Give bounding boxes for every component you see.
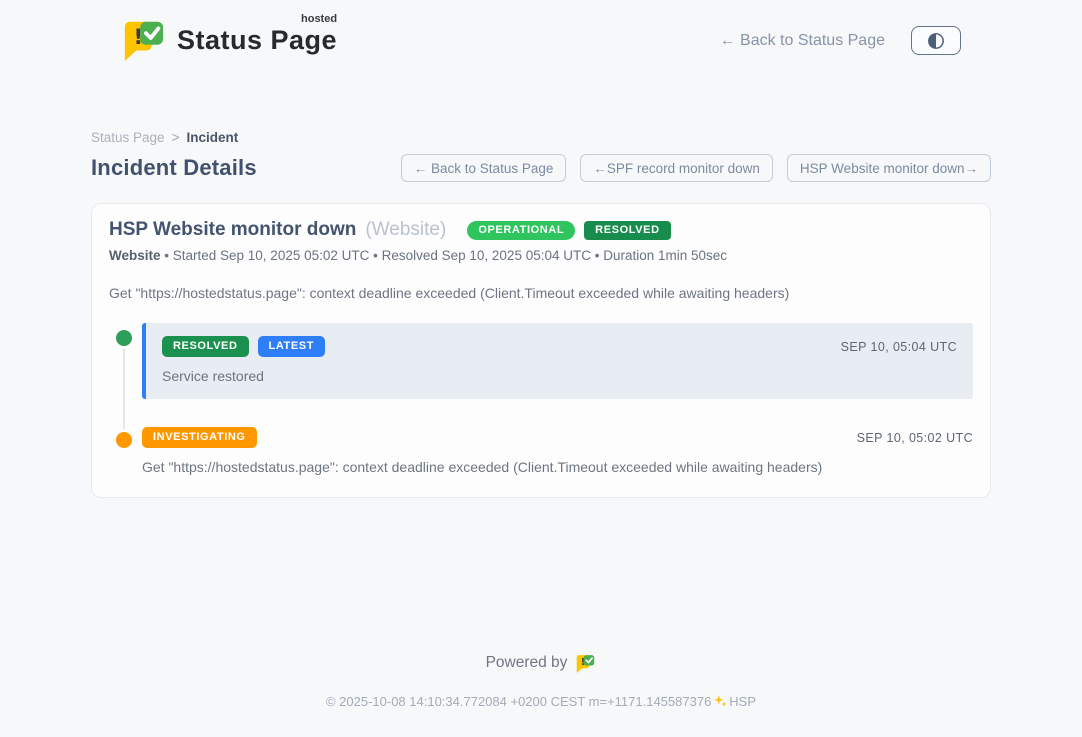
- circle-half-icon: [927, 32, 945, 50]
- investigating-badge: INVESTIGATING: [142, 427, 257, 448]
- timeline-timestamp: SEP 10, 05:04 UTC: [841, 340, 957, 354]
- brand-name: Status Page: [177, 25, 337, 55]
- back-to-status-page-button[interactable]: ← Back to Status Page: [401, 154, 567, 182]
- page-footer: Powered by ! © 2025-10-08 14:10:34.77208…: [0, 652, 1082, 737]
- main-content: Status Page > Incident Incident Details ← …: [91, 130, 991, 498]
- incident-meta-component: Website: [109, 248, 161, 263]
- powered-by-label: Powered by: [486, 654, 568, 672]
- timeline-dot-resolved: [116, 330, 132, 346]
- brand-superscript: hosted: [301, 13, 337, 25]
- next-incident-button[interactable]: HSP Website monitor down→: [787, 154, 991, 182]
- copyright-line: © 2025-10-08 14:10:34.772084 +0200 CEST …: [0, 694, 1082, 711]
- prev-incident-button[interactable]: ←SPF record monitor down: [580, 154, 773, 182]
- incident-title: HSP Website monitor down: [109, 219, 356, 241]
- copyright-text: © 2025-10-08 14:10:34.772084 +0200 CEST …: [326, 694, 711, 709]
- theme-toggle-button[interactable]: [911, 26, 961, 55]
- resolved-badge: RESOLVED: [162, 336, 249, 357]
- header-back-to-status-page-link[interactable]: ← Back to Status Page: [720, 32, 885, 50]
- breadcrumb-status-page[interactable]: Status Page: [91, 130, 165, 145]
- breadcrumb-separator: >: [172, 130, 180, 145]
- statuspage-logo-icon: !: [121, 15, 167, 66]
- breadcrumb: Status Page > Incident: [91, 130, 991, 145]
- latest-badge: LATEST: [258, 336, 326, 357]
- timeline-update-highlighted: RESOLVED LATEST SEP 10, 05:04 UTC Servic…: [142, 323, 973, 399]
- incident-component: (Website): [365, 219, 446, 241]
- copyright-suffix: HSP: [729, 694, 756, 709]
- incident-meta-details: • Started Sep 10, 2025 05:02 UTC • Resol…: [161, 248, 728, 263]
- incident-nav-buttons: ← Back to Status Page ←SPF record monito…: [401, 154, 991, 182]
- timeline-message: Get "https://hostedstatus.page": context…: [142, 459, 973, 475]
- incident-description: Get "https://hostedstatus.page": context…: [109, 285, 973, 301]
- operational-status-badge: OPERATIONAL: [467, 221, 575, 240]
- timeline-message: Service restored: [162, 368, 957, 384]
- incident-card: HSP Website monitor down (Website) OPERA…: [91, 203, 991, 498]
- timeline-entry-investigating: INVESTIGATING SEP 10, 05:02 UTC Get "htt…: [109, 425, 973, 475]
- page-title: Incident Details: [91, 155, 257, 181]
- statuspage-logo-icon-small[interactable]: !: [575, 652, 596, 673]
- incident-timeline: RESOLVED LATEST SEP 10, 05:04 UTC Servic…: [109, 323, 973, 475]
- statuspage-logo[interactable]: ! hosted Status Page: [121, 15, 337, 66]
- timeline-dot-investigating: [116, 432, 132, 448]
- breadcrumb-incident: Incident: [186, 130, 238, 145]
- sparkles-icon: [713, 694, 727, 711]
- resolved-status-badge: RESOLVED: [584, 221, 671, 240]
- timeline-entry-resolved: RESOLVED LATEST SEP 10, 05:04 UTC Servic…: [109, 323, 973, 399]
- timeline-timestamp: SEP 10, 05:02 UTC: [857, 431, 973, 445]
- incident-meta: Website • Started Sep 10, 2025 05:02 UTC…: [109, 248, 973, 263]
- top-bar: ! hosted Status Page ← Back to Status Pa…: [91, 0, 991, 66]
